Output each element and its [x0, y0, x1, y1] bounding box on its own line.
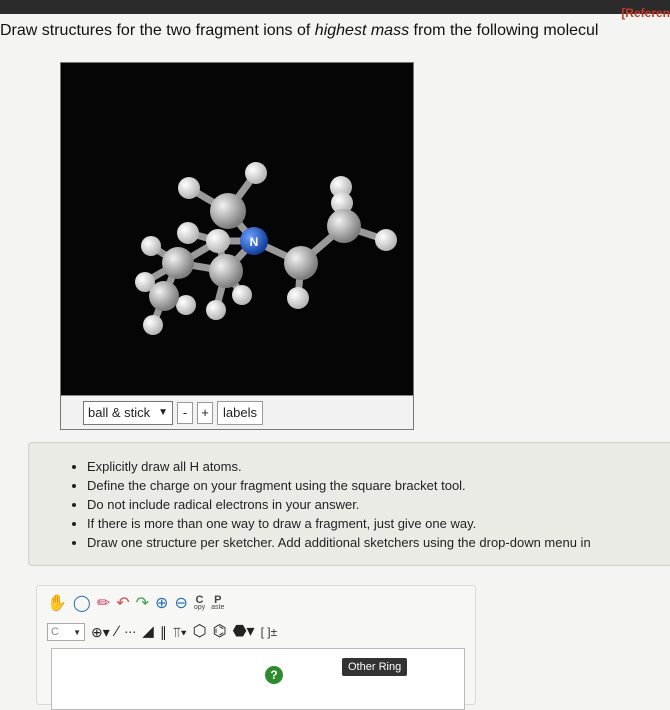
paste-letter: P [214, 594, 222, 606]
hydrogen-atom [206, 229, 230, 253]
other-ring-tooltip: Other Ring [342, 658, 408, 676]
bracket-charge-tool[interactable]: [ ]± [261, 625, 278, 639]
display-mode-select[interactable]: ball & stick ▼ [83, 400, 174, 425]
charge-plus-icon[interactable]: ⊕▾ [91, 622, 110, 642]
zoom-in-button[interactable]: + [197, 401, 214, 424]
carbon-atom [209, 254, 243, 288]
prompt-text-end: from the following molecul [409, 22, 599, 39]
hydrogen-atom [206, 300, 226, 320]
molecule-model[interactable]: N [61, 63, 413, 393]
zoom-out-button[interactable]: - [177, 401, 194, 424]
other-ring-icon[interactable]: ⬣▾ [233, 622, 255, 642]
instruction-item: Define the charge on your fragment using… [87, 476, 670, 495]
instructions-list: Explicitly draw all H atoms. Define the … [29, 457, 670, 552]
single-bond-icon[interactable]: ∕ [116, 622, 119, 642]
viewer-controls: ball & stick ▼ - + labels [61, 395, 413, 429]
cyclohexane-icon[interactable]: ⬡ [193, 622, 207, 642]
hash-bond-icon[interactable]: ⋯ [124, 622, 136, 642]
hydrogen-atom [141, 236, 161, 256]
display-mode-value: ball & stick [88, 405, 151, 420]
nitrogen-label: N [250, 235, 259, 249]
instruction-item: If there is more than one way to draw a … [87, 514, 670, 533]
wedge-bond-icon[interactable]: ◢ [142, 622, 154, 642]
element-value: C [51, 626, 59, 638]
hydrogen-atom [375, 229, 397, 251]
lasso-select-icon[interactable]: ◯ [73, 594, 91, 614]
eraser-icon[interactable]: ✏ [97, 594, 110, 614]
labels-toggle-button[interactable]: labels [217, 400, 264, 425]
triple-bond-icon[interactable]: ⫪▾ [173, 622, 187, 642]
instruction-item: Draw one structure per sketcher. Add add… [87, 533, 670, 552]
top-bar [0, 0, 670, 14]
hydrogen-atom [176, 295, 196, 315]
prompt-text-start: Draw structures for the two fragment ion… [0, 22, 315, 39]
instruction-item: Do not include radical electrons in your… [87, 495, 670, 514]
chevron-down-icon: ▼ [73, 627, 81, 637]
molecule-viewer[interactable]: N ball & stick ▼ - + labels [60, 62, 414, 430]
instruction-item: Explicitly draw all H atoms. [87, 457, 670, 476]
undo-icon[interactable]: ↶ [116, 594, 129, 614]
carbon-atom [284, 246, 318, 280]
hydrogen-atom [177, 222, 199, 244]
hydrogen-atom [245, 162, 267, 184]
references-link[interactable]: [Referen [621, 6, 670, 20]
hydrogen-atom [178, 177, 200, 199]
hydrogen-atom [287, 287, 309, 309]
benzene-icon[interactable]: ⌬ [213, 622, 227, 642]
hand-pan-icon[interactable]: ✋ [47, 594, 67, 614]
carbon-atom [210, 193, 246, 229]
copy-text: opy [193, 604, 206, 611]
redo-icon[interactable]: ↷ [136, 594, 149, 614]
instructions-panel: Explicitly draw all H atoms. Define the … [28, 442, 670, 566]
paste-button[interactable]: Paste [211, 594, 225, 612]
hydrogen-atom [143, 315, 163, 335]
element-select[interactable]: C ▼ [47, 623, 85, 641]
prompt-emphasis: highest mass [314, 22, 410, 39]
double-bond-icon[interactable]: ∥ [160, 622, 167, 642]
question-prompt: Draw structures for the two fragment ion… [0, 22, 670, 40]
zoom-out-icon[interactable]: ⊖ [174, 594, 187, 614]
chevron-down-icon: ▼ [158, 407, 169, 418]
carbon-atom [149, 281, 179, 311]
sketcher-toolbar-bottom: C ▼ ⊕▾ ∕ ⋯ ◢ ∥ ⫪▾ ⬡ ⌬ ⬣▾ [ ]± [47, 622, 277, 642]
paste-text: aste [211, 604, 225, 611]
carbon-atom [327, 209, 361, 243]
copy-button[interactable]: Copy [193, 594, 206, 612]
sketcher-toolbar-top: ✋ ◯ ✏ ↶ ↷ ⊕ ⊖ Copy Paste [47, 594, 224, 614]
hydrogen-atom [232, 285, 252, 305]
copy-letter: C [195, 594, 204, 606]
carbon-atom [162, 247, 194, 279]
help-icon[interactable]: ? [265, 666, 283, 684]
zoom-in-icon[interactable]: ⊕ [155, 594, 168, 614]
structure-sketcher: ✋ ◯ ✏ ↶ ↷ ⊕ ⊖ Copy Paste C ▼ ⊕▾ ∕ ⋯ ◢ ∥ … [36, 585, 476, 710]
